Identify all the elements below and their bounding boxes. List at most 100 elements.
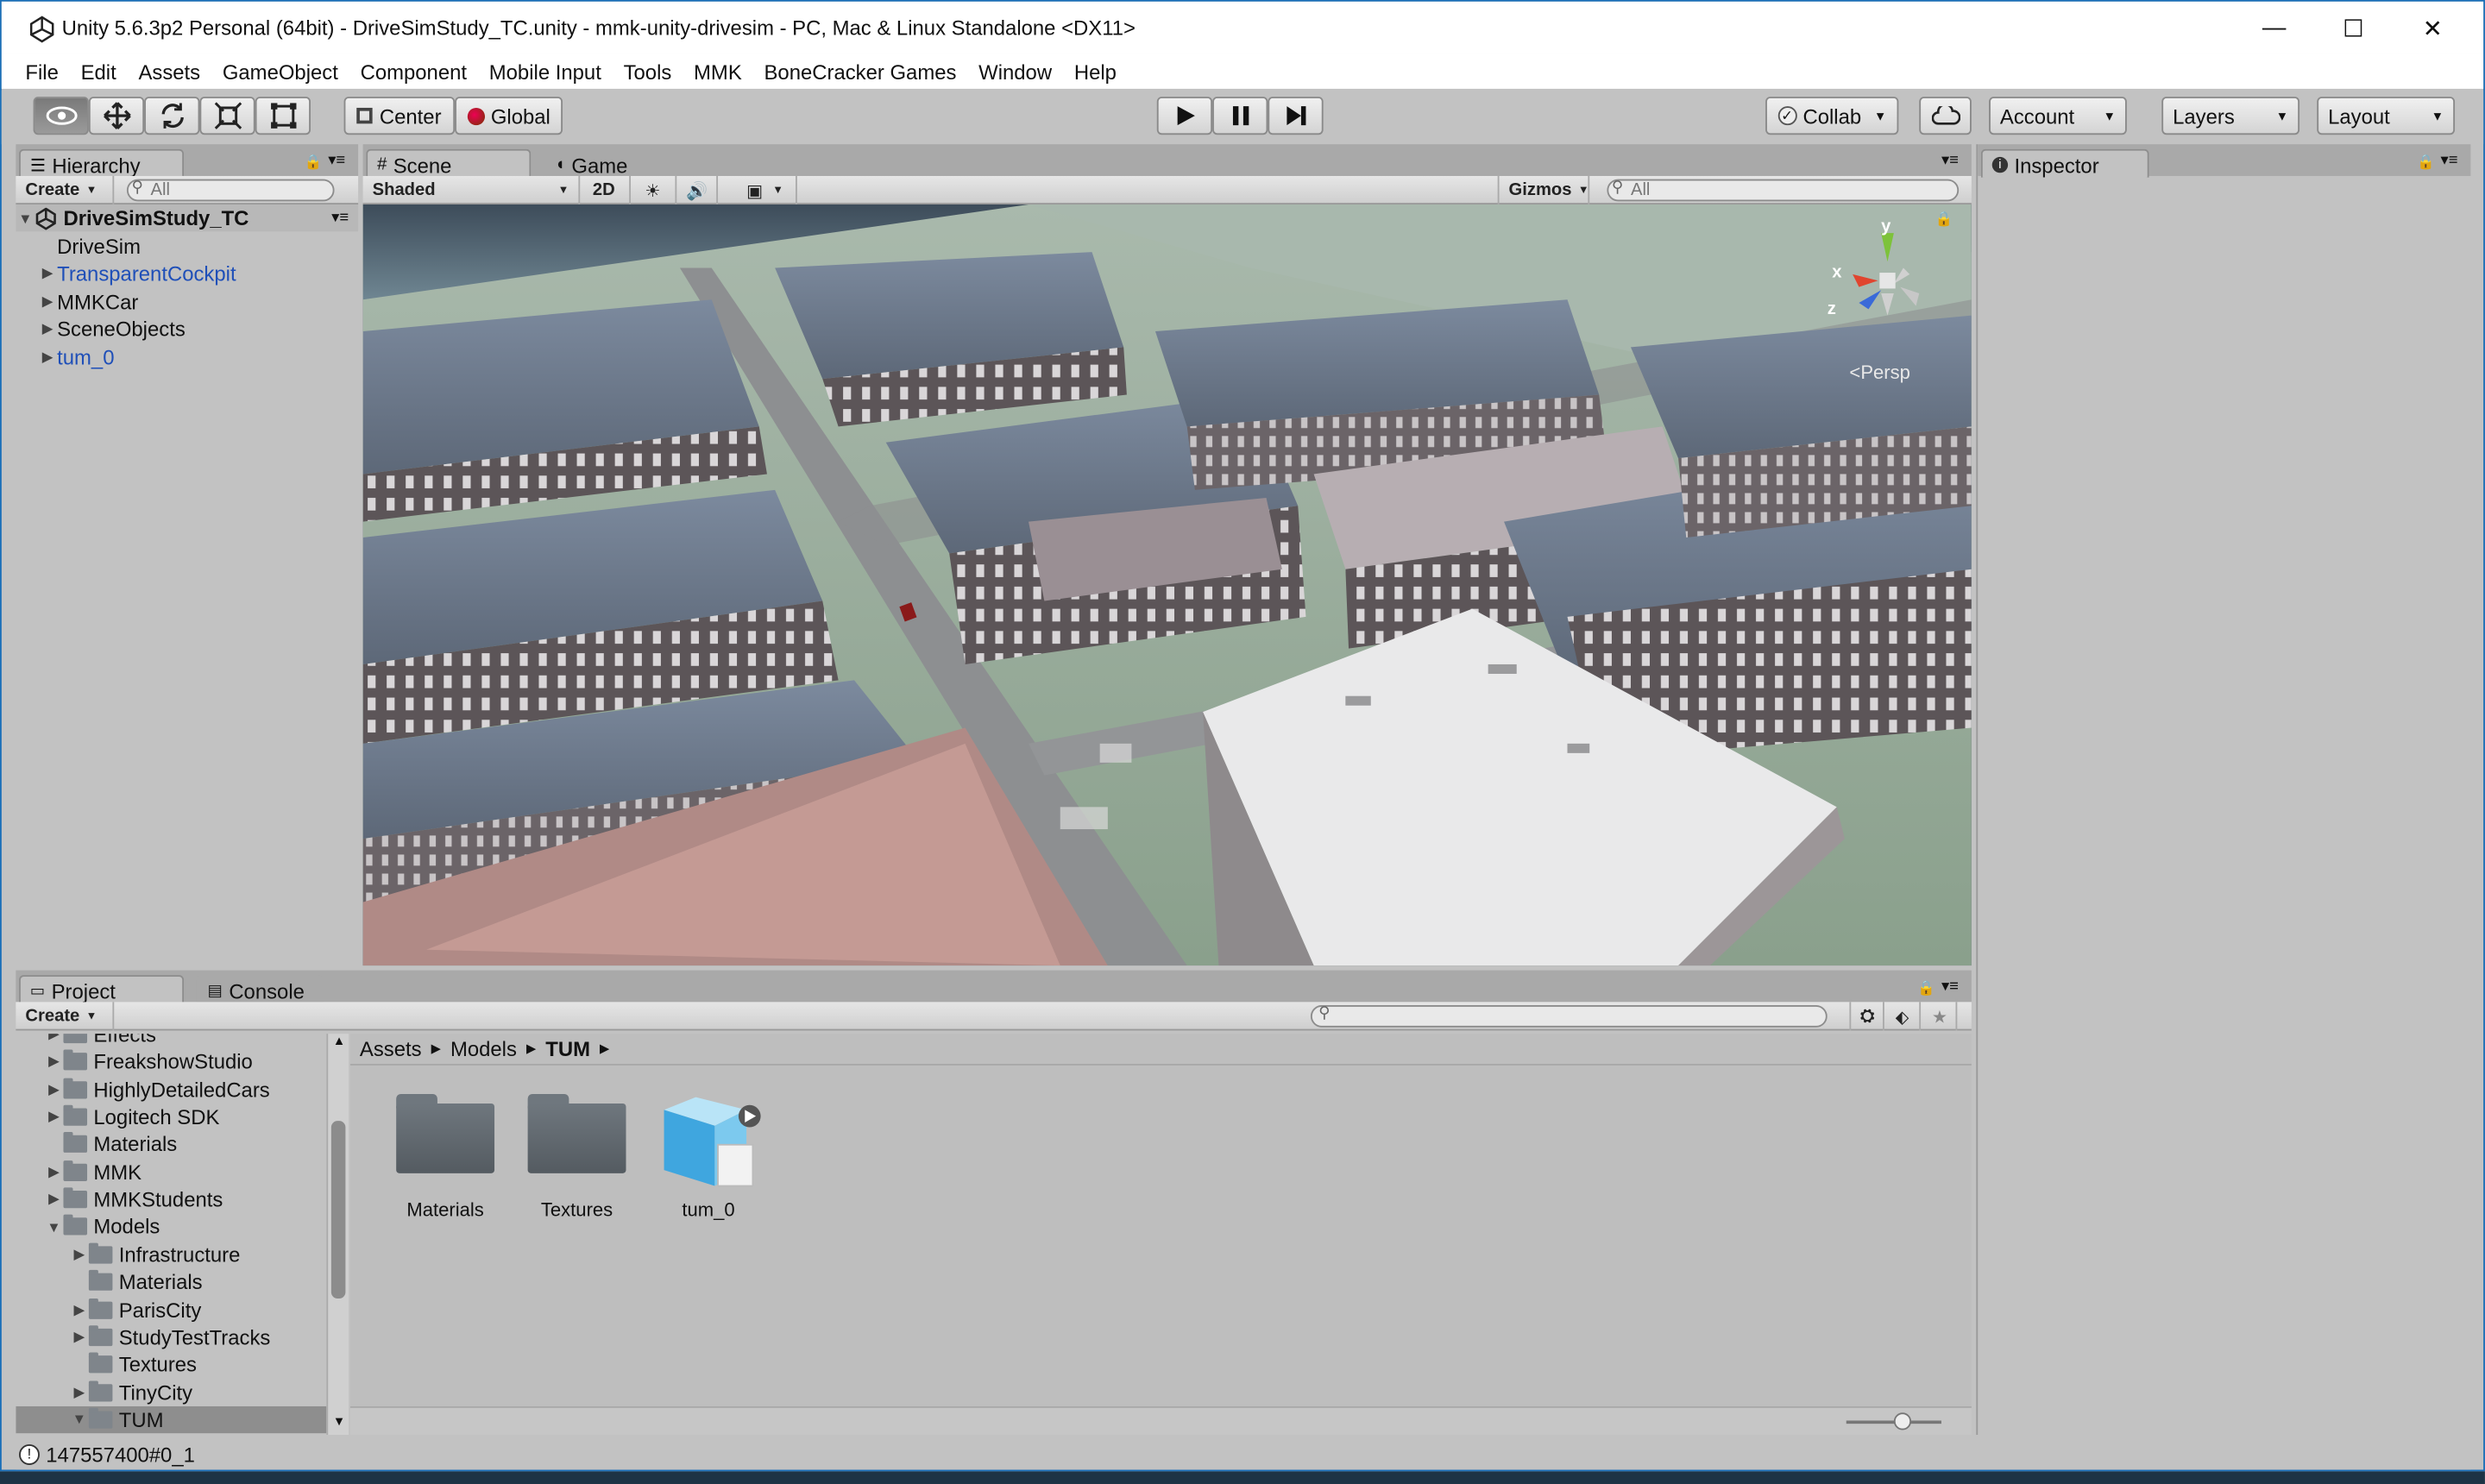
menu-tools[interactable]: Tools: [624, 60, 672, 84]
play-button[interactable]: [1156, 97, 1213, 135]
project-tree-item[interactable]: ▶ MMKStudents: [16, 1186, 326, 1213]
expanded-arrow-icon[interactable]: ▼: [70, 1412, 89, 1427]
rect-tool-button[interactable]: [255, 97, 311, 135]
asset-item-materials[interactable]: Materials: [382, 1093, 509, 1236]
scale-tool-button[interactable]: [199, 97, 255, 135]
effects-dropdown[interactable]: ▣ ▼: [737, 175, 797, 205]
scroll-down-icon[interactable]: ▼: [333, 1414, 346, 1429]
expand-arrow-icon[interactable]: ▶: [44, 1053, 63, 1071]
rotate-tool-button[interactable]: [144, 97, 200, 135]
expand-arrow-icon[interactable]: ▶: [44, 1109, 63, 1126]
panel-menu-icon[interactable]: ▾≡: [328, 152, 345, 169]
menu-mmk[interactable]: MMK: [694, 60, 742, 84]
pivot-mode-button[interactable]: Center: [343, 97, 456, 135]
orientation-gizmo[interactable]: y x z <Persp: [1821, 217, 1963, 394]
filter-by-type-button[interactable]: ⛭: [1849, 1002, 1884, 1031]
expand-arrow-icon[interactable]: ▶: [70, 1301, 89, 1318]
close-button[interactable]: ✕: [2393, 2, 2472, 54]
minimize-button[interactable]: —: [2235, 2, 2314, 54]
project-tree-item[interactable]: ▶ Logitech SDK: [16, 1104, 326, 1130]
tab-scene[interactable]: # Scene: [366, 148, 532, 178]
status-message[interactable]: 147557400#0_1: [46, 1442, 195, 1466]
expand-arrow-icon[interactable]: ▶: [38, 321, 57, 338]
breadcrumb-tum[interactable]: TUM: [545, 1037, 590, 1061]
hierarchy-item[interactable]: ▶ MMKCar: [38, 288, 139, 315]
lock-icon[interactable]: 🔒: [1917, 980, 1935, 997]
expanded-arrow-icon[interactable]: ▼: [44, 1219, 63, 1235]
hierarchy-item[interactable]: ▶ TransparentCockpit: [38, 261, 236, 287]
breadcrumb-models[interactable]: Models: [450, 1037, 517, 1061]
expand-arrow-icon[interactable]: ▶: [44, 1034, 63, 1043]
project-tree-item[interactable]: ▼ Models: [16, 1214, 326, 1241]
menu-component[interactable]: Component: [361, 60, 467, 84]
view-tool-button[interactable]: [33, 97, 89, 135]
filter-by-label-button[interactable]: ⬖: [1886, 1002, 1922, 1031]
project-tree-item[interactable]: ▼ TUM: [16, 1405, 327, 1433]
project-tree-item[interactable]: ▶ TinyCity: [16, 1379, 326, 1405]
menu-file[interactable]: File: [25, 60, 58, 84]
panel-menu-icon[interactable]: ▾≡: [1941, 978, 1959, 996]
project-tree-item[interactable]: ▶ ParisCity: [16, 1296, 326, 1323]
account-dropdown[interactable]: Account ▼: [1989, 97, 2127, 135]
hierarchy-item[interactable]: DriveSim: [38, 233, 141, 260]
lock-icon[interactable]: 🔒: [305, 154, 323, 171]
expand-arrow-icon[interactable]: ▶: [70, 1329, 89, 1346]
tab-game[interactable]: ◖ Game: [543, 148, 655, 178]
step-button[interactable]: [1268, 97, 1324, 135]
expand-arrow-icon[interactable]: ▼: [16, 210, 35, 225]
projection-label[interactable]: <Persp: [1849, 362, 1909, 384]
menu-assets[interactable]: Assets: [138, 60, 200, 84]
tab-inspector[interactable]: i Inspector: [1980, 148, 2149, 178]
layers-dropdown[interactable]: Layers ▼: [2161, 97, 2300, 135]
move-tool-button[interactable]: [88, 97, 145, 135]
collab-button[interactable]: ✓ Collab ▼: [1765, 97, 1899, 135]
tree-scrollbar[interactable]: ▲ ▼: [326, 1034, 349, 1436]
expand-arrow-icon[interactable]: ▶: [70, 1383, 89, 1400]
breadcrumb-assets[interactable]: Assets: [360, 1037, 422, 1061]
layout-dropdown[interactable]: Layout ▼: [2317, 97, 2456, 135]
expand-arrow-icon[interactable]: ▶: [38, 266, 57, 283]
project-create-button[interactable]: Create ▼: [16, 1002, 115, 1031]
scroll-up-icon[interactable]: ▲: [333, 1034, 346, 1048]
scrollbar-thumb[interactable]: [330, 1121, 346, 1298]
shading-mode-dropdown[interactable]: Shaded ▼: [363, 175, 581, 205]
scene-menu-icon[interactable]: ▾≡: [331, 210, 349, 227]
menu-gameobject[interactable]: GameObject: [223, 60, 338, 84]
project-tree-item[interactable]: ▶ FreakshowStudio: [16, 1048, 326, 1075]
hierarchy-create-button[interactable]: Create ▼: [16, 175, 115, 205]
expand-arrow-icon[interactable]: ▶: [44, 1081, 63, 1098]
expand-arrow-icon[interactable]: ▶: [38, 293, 57, 311]
scene-search-input[interactable]: All: [1607, 179, 1960, 202]
asset-item-textures[interactable]: Textures: [513, 1093, 640, 1236]
gizmos-dropdown[interactable]: Gizmos ▼: [1497, 175, 1590, 205]
project-tree-item[interactable]: ▶ HighlyDetailedCars: [16, 1076, 326, 1103]
pivot-space-button[interactable]: Global: [455, 97, 563, 135]
expand-arrow-icon[interactable]: ▶: [70, 1246, 89, 1263]
expand-arrow-icon[interactable]: ▶: [44, 1163, 63, 1180]
expand-arrow-icon[interactable]: ▶: [38, 349, 57, 366]
pause-button[interactable]: [1212, 97, 1268, 135]
project-tree-item[interactable]: ▶ StudyTestTracks: [16, 1324, 326, 1350]
slider-handle[interactable]: [1893, 1412, 1912, 1431]
scene-viewport[interactable]: y x z <Persp 🔒: [362, 204, 1972, 966]
scene-root-row[interactable]: ▼ DriveSimStudy_TC ▾≡: [16, 204, 359, 232]
lock-icon[interactable]: 🔒: [1935, 211, 1953, 228]
menu-window[interactable]: Window: [978, 60, 1052, 84]
asset-item-tum-0[interactable]: tum_0: [645, 1094, 772, 1236]
menu-edit[interactable]: Edit: [81, 60, 116, 84]
project-tree-item[interactable]: ▶ MMK: [16, 1159, 326, 1185]
hierarchy-item[interactable]: ▶ tum_0: [38, 343, 115, 370]
project-tree-item[interactable]: Textures: [16, 1351, 326, 1378]
hierarchy-search-input[interactable]: All: [126, 179, 335, 202]
audio-toggle[interactable]: 🔊: [676, 175, 719, 205]
project-tree-item[interactable]: Materials: [16, 1268, 326, 1295]
favorites-button[interactable]: ★: [1922, 1002, 1958, 1031]
maximize-button[interactable]: ☐: [2314, 2, 2394, 54]
panel-menu-icon[interactable]: ▾≡: [1941, 152, 1959, 169]
menu-help[interactable]: Help: [1074, 60, 1117, 84]
panel-menu-icon[interactable]: ▾≡: [2441, 152, 2458, 169]
tab-project[interactable]: ▭ Project: [19, 975, 185, 1004]
expand-arrow-icon[interactable]: ▶: [44, 1191, 63, 1208]
cloud-button[interactable]: [1919, 97, 1972, 135]
toggle-2d-button[interactable]: 2D: [583, 175, 632, 205]
